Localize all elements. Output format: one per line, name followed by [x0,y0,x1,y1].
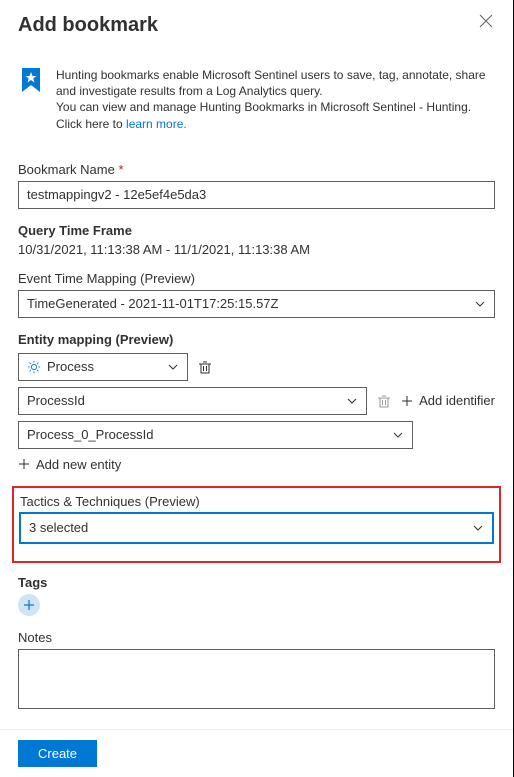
event-time-mapping-label: Event Time Mapping (Preview) [18,271,495,286]
bookmark-icon [18,67,44,132]
chevron-down-icon [392,429,404,441]
chevron-down-icon [167,361,179,373]
delete-entity-icon[interactable] [196,358,214,376]
add-new-entity-button[interactable]: Add new entity [18,457,495,472]
intro-text: Hunting bookmarks enable Microsoft Senti… [56,67,495,132]
tactics-label: Tactics & Techniques (Preview) [20,494,493,509]
chevron-down-icon [346,395,358,407]
chevron-down-icon [472,522,484,534]
plus-icon [401,395,413,407]
value-field-select[interactable]: Process_0_ProcessId [18,421,413,449]
chevron-down-icon [474,298,486,310]
plus-icon [18,458,30,470]
add-tag-button[interactable] [18,594,40,616]
tags-label: Tags [18,575,495,590]
close-icon[interactable] [477,14,495,28]
create-button[interactable]: Create [18,740,97,767]
entity-mapping-label: Entity mapping (Preview) [18,332,495,347]
notes-textarea[interactable] [18,649,495,709]
identifier-select[interactable]: ProcessId [18,387,367,415]
entity-type-select[interactable]: Process [18,353,188,381]
tactics-highlight: Tactics & Techniques (Preview) 3 selecte… [12,486,501,563]
add-identifier-button[interactable]: Add identifier [401,393,495,408]
tactics-select[interactable]: 3 selected [20,513,493,543]
query-timeframe-value: 10/31/2021, 11:13:38 AM - 11/1/2021, 11:… [18,242,495,257]
bookmark-name-input[interactable] [18,181,495,209]
learn-more-link[interactable]: learn more. [126,117,187,131]
panel-title: Add bookmark [18,14,158,37]
delete-identifier-icon[interactable] [375,392,393,410]
plus-icon [24,600,34,610]
query-timeframe-label: Query Time Frame [18,223,495,238]
bookmark-name-label: Bookmark Name * [18,162,495,177]
gear-icon [27,360,41,374]
event-time-mapping-select[interactable]: TimeGenerated - 2021-11-01T17:25:15.57Z [18,290,495,318]
notes-label: Notes [18,630,495,645]
